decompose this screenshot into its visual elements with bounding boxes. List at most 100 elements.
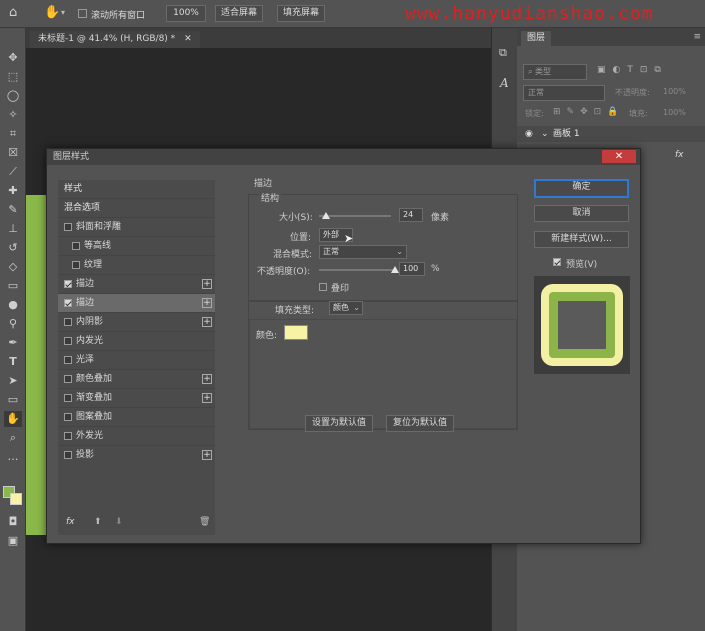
fx-item-inner-glow[interactable]: 内发光 bbox=[58, 332, 215, 351]
fx-item-pattern-overlay[interactable]: 图案叠加 bbox=[58, 408, 215, 427]
rectangle-tool-icon[interactable]: ▭ bbox=[4, 392, 22, 408]
type-tool-icon[interactable]: T bbox=[4, 354, 22, 370]
history-panel-icon[interactable]: ⧉ bbox=[499, 46, 507, 60]
home-icon[interactable]: ⌂ bbox=[9, 5, 17, 20]
fx-checkbox[interactable] bbox=[64, 451, 72, 459]
artboard-row[interactable]: ◉ ⌄ 画板 1 bbox=[517, 126, 705, 142]
add-effect-icon[interactable]: + bbox=[202, 374, 212, 384]
reset-default-button[interactable]: 复位为默认值 bbox=[386, 415, 454, 432]
delete-effect-icon[interactable]: 🗑 bbox=[199, 517, 210, 527]
scroll-all-windows-checkbox[interactable] bbox=[78, 9, 87, 18]
fill-screen-button[interactable]: 填充屏幕 bbox=[277, 5, 325, 22]
fx-item-outer-glow[interactable]: 外发光 bbox=[58, 427, 215, 446]
fx-checkbox-checked[interactable] bbox=[64, 299, 72, 307]
fx-checkbox[interactable] bbox=[72, 242, 80, 250]
fx-checkbox[interactable] bbox=[64, 432, 72, 440]
fill-value[interactable]: 100% bbox=[663, 108, 686, 117]
fx-checkbox[interactable] bbox=[64, 375, 72, 383]
fx-checkbox[interactable] bbox=[64, 356, 72, 364]
hand-tool-icon[interactable]: ✋ bbox=[44, 5, 60, 20]
make-default-button[interactable]: 设置为默认值 bbox=[305, 415, 373, 432]
move-down-icon[interactable]: ⬇ bbox=[115, 517, 123, 527]
lock-icons[interactable]: ⊞✎✥⊡🔒 bbox=[553, 107, 624, 117]
fx-item-stroke-2[interactable]: 描边 + bbox=[58, 294, 215, 313]
fx-checkbox[interactable] bbox=[64, 394, 72, 402]
fx-item-bevel-emboss[interactable]: 斜面和浮雕 bbox=[58, 218, 215, 237]
fx-item-gradient-overlay[interactable]: 渐变叠加 + bbox=[58, 389, 215, 408]
blend-mode-select[interactable]: 正常 bbox=[523, 85, 605, 101]
add-effect-icon[interactable]: + bbox=[202, 279, 212, 289]
fx-item-texture[interactable]: 纹理 bbox=[58, 256, 215, 275]
eyedropper-tool-icon[interactable]: ⟋ bbox=[4, 164, 22, 180]
size-input[interactable]: 24 bbox=[399, 208, 423, 222]
panel-menu-icon[interactable]: ≡ bbox=[693, 32, 701, 42]
visibility-eye-icon[interactable]: ◉ bbox=[525, 126, 533, 142]
magic-wand-tool-icon[interactable]: ✧ bbox=[4, 107, 22, 123]
overprint-checkbox[interactable] bbox=[319, 283, 327, 291]
document-tab[interactable]: 未标题-1 @ 41.4% (H, RGB/8) * ✕ bbox=[30, 31, 200, 48]
brush-tool-icon[interactable]: ✎ bbox=[4, 202, 22, 218]
move-up-icon[interactable]: ⬆ bbox=[94, 517, 102, 527]
opacity-slider-thumb[interactable] bbox=[391, 266, 399, 273]
add-effect-icon[interactable]: + bbox=[202, 317, 212, 327]
fill-type-select[interactable]: 颜色 ⌄ bbox=[329, 301, 363, 315]
pen-tool-icon[interactable]: ✒ bbox=[4, 335, 22, 351]
fx-checkbox[interactable] bbox=[64, 318, 72, 326]
move-tool-icon[interactable]: ✥ bbox=[4, 50, 22, 66]
fx-menu-button[interactable]: fx bbox=[66, 517, 75, 527]
fx-checkbox[interactable] bbox=[64, 223, 72, 231]
new-style-button[interactable]: 新建样式(W)... bbox=[534, 231, 629, 248]
close-tab-icon[interactable]: ✕ bbox=[184, 34, 192, 44]
fx-item-inner-shadow[interactable]: 内阴影 + bbox=[58, 313, 215, 332]
layers-tab[interactable]: 图层 bbox=[521, 31, 552, 46]
fx-item-stroke-1[interactable]: 描边 + bbox=[58, 275, 215, 294]
tool-preset-dropdown-icon[interactable]: ▾ bbox=[61, 8, 65, 17]
fx-checkbox-checked[interactable] bbox=[64, 280, 72, 288]
frame-tool-icon[interactable]: ☒ bbox=[4, 145, 22, 161]
preview-checkbox[interactable] bbox=[553, 258, 561, 266]
fx-item-color-overlay[interactable]: 颜色叠加 + bbox=[58, 370, 215, 389]
stroke-blend-select[interactable]: 正常 ⌄ bbox=[319, 245, 407, 259]
fx-item-drop-shadow[interactable]: 投影 + bbox=[58, 446, 215, 465]
history-brush-tool-icon[interactable]: ↺ bbox=[4, 240, 22, 256]
fx-item-contour[interactable]: 等高线 bbox=[58, 237, 215, 256]
size-slider-thumb[interactable] bbox=[322, 212, 331, 219]
ok-button[interactable]: 确定 bbox=[534, 179, 629, 198]
gradient-tool-icon[interactable]: ▭ bbox=[4, 278, 22, 294]
eraser-tool-icon[interactable]: ◇ bbox=[4, 259, 22, 275]
layer-kind-filter[interactable]: ⌕ 类型 bbox=[523, 64, 587, 80]
fx-item-blend-options[interactable]: 混合选项 bbox=[58, 199, 215, 218]
background-color-swatch[interactable] bbox=[10, 493, 22, 505]
clone-stamp-tool-icon[interactable]: ⊥ bbox=[4, 221, 22, 237]
character-panel-icon[interactable]: A bbox=[500, 76, 509, 90]
fx-item-styles[interactable]: 样式 bbox=[58, 180, 215, 199]
zoom-100-button[interactable]: 100% bbox=[166, 5, 206, 22]
expand-chevron-icon[interactable]: ⌄ bbox=[541, 126, 549, 142]
dialog-close-button[interactable]: ✕ bbox=[602, 150, 636, 163]
fx-checkbox[interactable] bbox=[64, 337, 72, 345]
stroke-opacity-input[interactable]: 100 bbox=[399, 262, 425, 276]
hand-tool-active-icon[interactable]: ✋ bbox=[4, 411, 22, 427]
crop-tool-icon[interactable]: ⌗ bbox=[4, 126, 22, 142]
add-effect-icon[interactable]: + bbox=[202, 298, 212, 308]
path-selection-tool-icon[interactable]: ➤ bbox=[4, 373, 22, 389]
marquee-tool-icon[interactable]: ⬚ bbox=[4, 69, 22, 85]
add-effect-icon[interactable]: + bbox=[202, 393, 212, 403]
filter-icons[interactable]: ▣◐T⊡⧉ bbox=[597, 65, 668, 75]
dodge-tool-icon[interactable]: ⚲ bbox=[4, 316, 22, 332]
screen-mode-icon[interactable]: ▣ bbox=[4, 533, 22, 549]
layer-opacity-value[interactable]: 100% bbox=[663, 87, 686, 96]
lasso-tool-icon[interactable]: ◯ bbox=[4, 88, 22, 104]
cancel-button[interactable]: 取消 bbox=[534, 205, 629, 222]
stroke-color-swatch[interactable] bbox=[284, 325, 308, 340]
fit-screen-button[interactable]: 适合屏幕 bbox=[215, 5, 263, 22]
opacity-slider[interactable] bbox=[319, 269, 395, 271]
add-effect-icon[interactable]: + bbox=[202, 450, 212, 460]
zoom-tool-icon[interactable]: ⌕ bbox=[4, 430, 22, 446]
more-tools-icon[interactable]: … bbox=[4, 449, 22, 465]
quick-mask-icon[interactable]: ◘ bbox=[4, 514, 22, 530]
healing-brush-tool-icon[interactable]: ✚ bbox=[4, 183, 22, 199]
fx-item-satin[interactable]: 光泽 bbox=[58, 351, 215, 370]
fx-checkbox[interactable] bbox=[64, 413, 72, 421]
blur-tool-icon[interactable]: ● bbox=[4, 297, 22, 313]
